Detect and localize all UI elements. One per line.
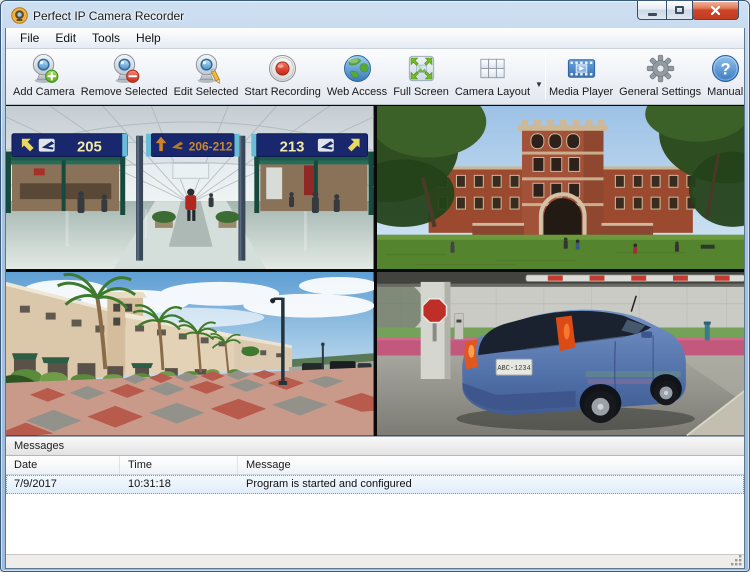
edit-selected-button[interactable]: Edit Selected bbox=[171, 51, 242, 99]
media-player-button[interactable]: Media Player bbox=[546, 51, 616, 99]
camera-layout-button[interactable]: Camera Layout bbox=[452, 51, 533, 99]
airport-scene: 205 206-212 213 bbox=[6, 106, 374, 270]
webcam-remove-icon bbox=[108, 52, 141, 85]
general-settings-button[interactable]: General Settings bbox=[616, 51, 704, 99]
webcam-add-icon bbox=[27, 52, 60, 85]
camera-layout-dropdown[interactable]: ▼ bbox=[533, 80, 545, 89]
toolbar-label: General Settings bbox=[619, 86, 701, 98]
gear-icon bbox=[644, 52, 677, 85]
window-content: File Edit Tools Help Add Camera bbox=[5, 28, 745, 569]
gate-signs: 205 206-212 213 bbox=[12, 133, 368, 156]
remove-selected-button[interactable]: Remove Selected bbox=[78, 51, 171, 99]
globe-icon bbox=[341, 52, 374, 85]
license-plate: ABC-1234 bbox=[497, 365, 530, 373]
menu-tools[interactable]: Tools bbox=[84, 28, 128, 48]
svg-text:205: 205 bbox=[77, 139, 102, 155]
toolbar-label: Camera Layout bbox=[455, 86, 530, 98]
messages-panel-title: Messages bbox=[6, 436, 744, 456]
camera-grid: 205 206-212 213 bbox=[6, 105, 744, 436]
svg-text:?: ? bbox=[720, 60, 730, 78]
fullscreen-arrows-icon bbox=[405, 52, 438, 85]
camera-view-plaza[interactable] bbox=[6, 272, 374, 436]
start-recording-button[interactable]: Start Recording bbox=[241, 51, 323, 99]
messages-list: 7/9/2017 10:31:18 Program is started and… bbox=[6, 475, 744, 554]
toolbar-label: Web Access bbox=[327, 86, 387, 98]
plaza-scene bbox=[6, 272, 374, 436]
menubar: File Edit Tools Help bbox=[6, 28, 744, 49]
question-mark-icon: ? bbox=[709, 52, 742, 85]
barrier-arm bbox=[525, 275, 744, 281]
close-icon bbox=[710, 5, 721, 16]
menu-file[interactable]: File bbox=[12, 28, 47, 48]
camera-view-garage[interactable]: ABC-1234 bbox=[377, 272, 745, 436]
message-text: Program is started and configured bbox=[238, 475, 744, 494]
app-icon bbox=[11, 7, 28, 24]
menu-edit[interactable]: Edit bbox=[47, 28, 84, 48]
window-controls bbox=[638, 1, 739, 20]
titlebar[interactable]: Perfect IP Camera Recorder bbox=[5, 1, 745, 28]
toolbar-label: Edit Selected bbox=[174, 86, 239, 98]
menu-help[interactable]: Help bbox=[128, 28, 169, 48]
toolbar: Add Camera Remove Selected Edit Selected bbox=[6, 49, 744, 105]
minimize-button[interactable] bbox=[637, 1, 667, 20]
camera-view-airport[interactable]: 205 206-212 213 bbox=[6, 106, 374, 270]
messages-table-header: Date Time Message bbox=[6, 456, 744, 475]
close-button[interactable] bbox=[692, 1, 739, 20]
svg-text:206-212: 206-212 bbox=[189, 139, 233, 153]
filmstrip-play-icon bbox=[565, 52, 598, 85]
message-row-selected[interactable]: 7/9/2017 10:31:18 Program is started and… bbox=[6, 475, 744, 494]
toolbar-label: Add Camera bbox=[13, 86, 75, 98]
toolbar-label: Remove Selected bbox=[81, 86, 168, 98]
toolbar-label: Media Player bbox=[549, 86, 613, 98]
message-date: 7/9/2017 bbox=[6, 475, 120, 494]
toolbar-label: Full Screen bbox=[393, 86, 449, 98]
window-title: Perfect IP Camera Recorder bbox=[33, 9, 184, 23]
camera-view-university[interactable] bbox=[377, 106, 745, 270]
toolbar-label: Start Recording bbox=[244, 86, 320, 98]
status-strip bbox=[6, 554, 744, 568]
message-time: 10:31:18 bbox=[120, 475, 238, 494]
stop-sign bbox=[422, 299, 446, 323]
maximize-button[interactable] bbox=[666, 1, 693, 20]
garage-scene: ABC-1234 bbox=[377, 272, 745, 436]
add-camera-button[interactable]: Add Camera bbox=[10, 51, 78, 99]
manual-button[interactable]: ? Manual bbox=[704, 51, 746, 99]
minimize-icon bbox=[648, 13, 657, 16]
column-header-message[interactable]: Message bbox=[238, 456, 744, 474]
webcam-edit-icon bbox=[190, 52, 223, 85]
web-access-button[interactable]: Web Access bbox=[324, 51, 390, 99]
column-header-time[interactable]: Time bbox=[120, 456, 238, 474]
toolbar-label: Manual bbox=[707, 86, 743, 98]
app-window: Perfect IP Camera Recorder File Edit Too… bbox=[0, 0, 750, 572]
svg-text:213: 213 bbox=[280, 139, 305, 155]
maximize-icon bbox=[675, 6, 684, 14]
resize-grip[interactable] bbox=[731, 555, 743, 567]
full-screen-button[interactable]: Full Screen bbox=[390, 51, 452, 99]
record-icon bbox=[266, 52, 299, 85]
column-header-date[interactable]: Date bbox=[6, 456, 120, 474]
camera-layout-grid-icon bbox=[476, 52, 509, 85]
university-scene bbox=[377, 106, 745, 270]
